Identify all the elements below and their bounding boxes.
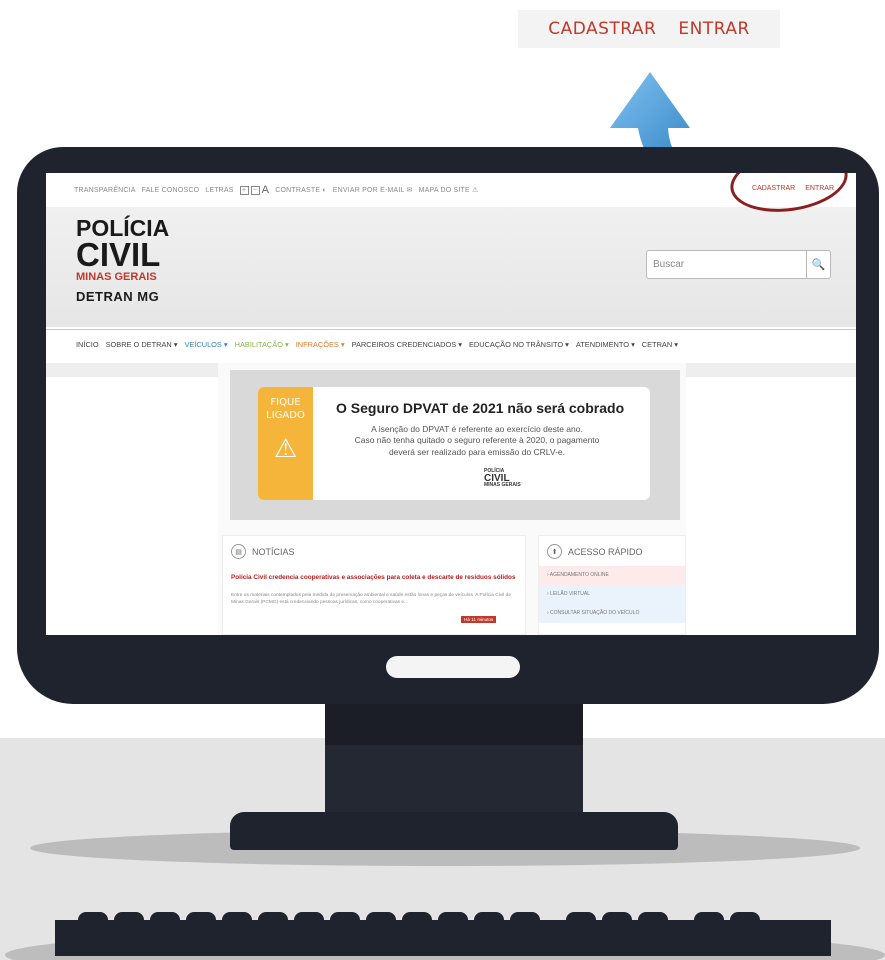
nav-item-parceiros[interactable]: PARCEIROS CREDENCIADOS ▾: [352, 340, 462, 349]
nav-item-sobre[interactable]: SOBRE O DETRAN ▾: [106, 340, 178, 349]
pointer-icon: ⬆: [547, 544, 562, 559]
quick-link-agendamento[interactable]: › AGENDAMENTO ONLINE: [539, 566, 685, 585]
font-size-label: LETRAS: [205, 186, 234, 194]
badge-line2: LIGADO: [266, 409, 305, 421]
banner-logo-sub: MINAS GERAIS: [484, 481, 521, 488]
contrast-button[interactable]: CONTRASTE ◐: [275, 187, 327, 194]
callout-entrar[interactable]: ENTRAR: [678, 19, 749, 39]
badge-line1: FIQUE: [270, 397, 301, 408]
monitor-base: [230, 812, 678, 850]
nav-item-educacao[interactable]: EDUCAÇÃO NO TRÂNSITO ▾: [469, 340, 569, 349]
banner-logo: POLÍCIA CIVIL MINAS GERAIS: [484, 469, 521, 487]
news-time-badge: Há 11 minutos: [461, 616, 497, 623]
quick-access-panel: ⬆ ACESSO RÁPIDO › AGENDAMENTO ONLINE › L…: [538, 535, 686, 635]
link-fale-conosco[interactable]: FALE CONOSCO: [142, 187, 200, 194]
nav-item-habilitacao[interactable]: HABILITAÇÃO ▾: [235, 340, 289, 349]
content-side-strip: [686, 363, 856, 377]
banner-text-line: A isenção do DPVAT é referente ao exercí…: [371, 424, 583, 434]
site-logo[interactable]: POLÍCIA CIVIL MINAS GERAIS DETRAN MG: [76, 217, 169, 304]
nav-item-veiculos[interactable]: VEÍCULOS ▾: [184, 340, 227, 349]
nav-item-cetran[interactable]: CETRAN ▾: [642, 340, 678, 349]
keyboard: [55, 920, 831, 956]
newspaper-icon: ▤: [231, 544, 246, 559]
email-share-link[interactable]: ENVIAR POR E-MAIL ✉: [333, 186, 413, 194]
logo-civil: CIVIL: [76, 236, 161, 273]
search-input[interactable]: Buscar: [647, 259, 806, 270]
link-transparencia[interactable]: TRANSPARÊNCIA: [74, 187, 136, 194]
fique-ligado-badge: FIQUE LIGADO ⚠: [258, 387, 313, 500]
monitor-stand-shade: [325, 700, 583, 745]
banner-text: A isenção do DPVAT é referente ao exercí…: [332, 424, 622, 458]
news-heading: NOTÍCIAS: [252, 546, 295, 557]
quick-link-consultar[interactable]: › CONSULTAR SITUAÇÃO DO VEÍCULO: [539, 604, 685, 623]
news-title-link[interactable]: Polícia Civil credencia cooperativas e a…: [231, 574, 521, 583]
search-icon[interactable]: 🔍: [806, 251, 830, 278]
font-decrease-button[interactable]: −: [250, 185, 260, 195]
logo-detran: DETRAN MG: [76, 289, 160, 304]
news-header: ▤ NOTÍCIAS: [231, 544, 295, 559]
search-box: Buscar 🔍: [646, 250, 831, 279]
quick-link-leilao[interactable]: › LEILÃO VIRTUAL: [539, 585, 685, 604]
news-panel: ▤ NOTÍCIAS Polícia Civil credencia coope…: [222, 535, 526, 635]
quick-access-header: ⬆ ACESSO RÁPIDO: [547, 544, 643, 559]
monitor-power-bar: [386, 656, 520, 678]
nav-item-infracoes[interactable]: INFRAÇÕES ▾: [296, 340, 345, 349]
nav-item-inicio[interactable]: INÍCIO: [76, 340, 99, 349]
monitor-screen: TRANSPARÊNCIA FALE CONOSCO LETRAS + − A …: [46, 173, 856, 635]
banner-text-line: deverá ser realizado para emissão do CRL…: [388, 446, 566, 457]
font-increase-button[interactable]: +: [239, 185, 249, 195]
font-reset-button[interactable]: A: [262, 184, 270, 196]
content-side-strip: [46, 363, 218, 377]
sitemap-link[interactable]: MAPA DO SITE ⚠: [419, 186, 479, 194]
warning-icon: ⚠: [273, 434, 298, 464]
logo-minas-gerais: MINAS GERAIS: [76, 271, 157, 283]
banner-title: O Seguro DPVAT de 2021 não será cobrado: [336, 400, 625, 416]
callout-cadastrar[interactable]: CADASTRAR: [548, 19, 656, 39]
nav-item-atendimento[interactable]: ATENDIMENTO ▾: [576, 340, 635, 349]
quick-access-heading: ACESSO RÁPIDO: [568, 546, 643, 557]
main-nav: INÍCIO SOBRE O DETRAN ▾ VEÍCULOS ▾ HABIL…: [46, 329, 856, 359]
banner-text-line: Caso não tenha quitado o seguro referent…: [354, 435, 600, 446]
login-callout: CADASTRAR ENTRAR: [518, 10, 780, 48]
news-excerpt: Entre os materiais contemplados pela med…: [231, 593, 511, 605]
